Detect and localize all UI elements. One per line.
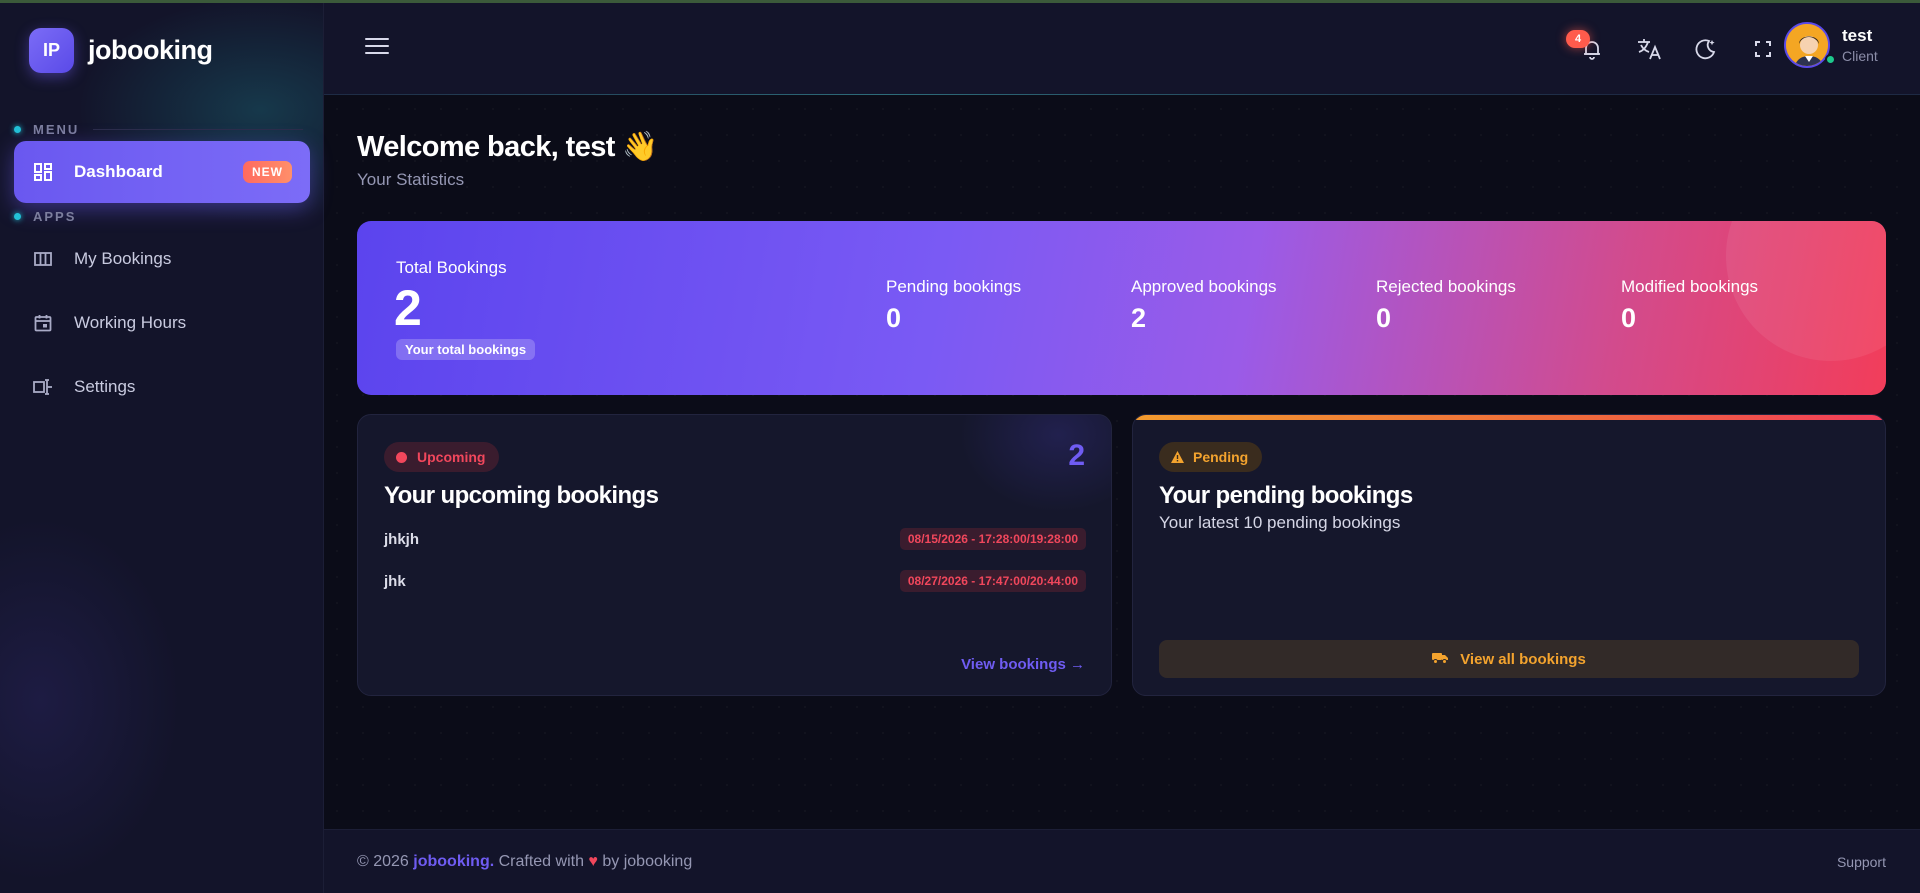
pill-label: Pending [1193, 449, 1249, 465]
total-bookings-value: 2 [394, 280, 422, 336]
support-link[interactable]: Support [1837, 854, 1886, 870]
upcoming-count: 2 [1068, 439, 1085, 472]
stat-rejected: Rejected bookings 0 [1376, 277, 1516, 334]
stats-banner: Total Bookings 2 Your total bookings Pen… [357, 221, 1886, 395]
section-dot [14, 126, 21, 133]
section-label-text: APPS [33, 209, 77, 224]
online-status-dot [1825, 54, 1836, 65]
booking-name: jhkjh [384, 530, 420, 548]
truck-icon [1432, 651, 1449, 668]
stat-value: 0 [1621, 303, 1637, 333]
sidebar-item-dashboard[interactable]: Dashboard NEW [14, 141, 310, 203]
columns-icon [32, 248, 54, 270]
pending-pill: Pending [1159, 442, 1263, 472]
pill-label: Upcoming [417, 449, 486, 465]
sidebar-item-settings[interactable]: Settings [14, 356, 310, 418]
view-all-bookings-button[interactable]: View all bookings [1159, 640, 1859, 678]
sidebar-item-label: Working Hours [74, 313, 187, 332]
card-accent-bar [1133, 415, 1885, 420]
sidebar-item-working-hours[interactable]: Working Hours [14, 292, 310, 354]
button-label: View all bookings [1460, 650, 1586, 668]
record-dot-icon [396, 451, 407, 463]
list-item[interactable]: jhkjh 08/15/2026 - 17:28:00/19:28:00 [384, 527, 1086, 551]
pending-subtitle: Your latest 10 pending bookings [1159, 513, 1401, 532]
total-bookings-label: Total Bookings [396, 258, 507, 277]
section-label-menu: MENU [14, 122, 304, 137]
section-divider [93, 129, 304, 130]
user-name[interactable]: test [1842, 26, 1872, 46]
new-badge: NEW [243, 161, 292, 183]
booking-time-badge: 08/15/2026 - 17:28:00/19:28:00 [899, 528, 1086, 550]
sidebar-item-label: Settings [74, 377, 136, 396]
stat-pending: Pending bookings 0 [886, 277, 1021, 334]
stat-label: Approved bookings [1131, 277, 1277, 296]
logo-mark: IP [29, 28, 74, 73]
avatar[interactable] [1784, 22, 1830, 68]
fullscreen-icon[interactable] [1747, 33, 1779, 65]
stat-approved: Approved bookings 2 [1131, 277, 1277, 334]
footer-brand-link[interactable]: jobooking. [413, 853, 494, 870]
sidebar-item-my-bookings[interactable]: My Bookings [14, 228, 310, 290]
dashboard-icon [32, 161, 54, 183]
stat-label: Rejected bookings [1376, 277, 1516, 296]
pending-bookings-card: Pending Your pending bookings Your lates… [1132, 414, 1886, 696]
app-logo[interactable]: IP jobooking [29, 28, 213, 73]
menu-toggle-icon[interactable] [365, 38, 389, 60]
stat-label: Pending bookings [886, 277, 1022, 296]
stat-label: Modified bookings [1621, 277, 1759, 296]
upcoming-bookings-card: Upcoming 2 Your upcoming bookings jhkjh … [357, 414, 1112, 696]
upcoming-pill: Upcoming [384, 442, 500, 472]
footer: © 2026 jobooking. Crafted with ♥ by jobo… [324, 829, 1920, 893]
view-bookings-link[interactable]: View bookings → [961, 656, 1085, 673]
booking-time-badge: 08/27/2026 - 17:47:00/20:44:00 [899, 570, 1086, 592]
sidebar-item-label: Dashboard [74, 162, 163, 181]
notification-badge: 4 [1566, 30, 1590, 48]
page-subtitle: Your Statistics [357, 170, 465, 189]
section-dot [14, 213, 21, 220]
sidebar: IP jobooking MENU Dashboard NEW APPS My … [0, 0, 324, 893]
sidebar-item-label: My Bookings [74, 249, 172, 268]
footer-copyright: © 2026 jobooking. Crafted with ♥ by jobo… [357, 853, 693, 870]
warning-icon [1171, 451, 1184, 463]
booking-name: jhk [384, 572, 406, 590]
calendar-icon [32, 312, 54, 334]
section-label-apps: APPS [14, 209, 76, 224]
upcoming-title: Your upcoming bookings [384, 482, 659, 509]
pending-title: Your pending bookings [1159, 482, 1413, 509]
total-bookings-tag: Your total bookings [396, 339, 536, 360]
heart-icon: ♥ [588, 853, 598, 870]
section-label-text: MENU [33, 122, 80, 137]
top-accent-line [0, 0, 1920, 3]
page-title: Welcome back, test 👋 [357, 131, 658, 163]
translate-icon[interactable] [1633, 33, 1665, 65]
logo-name: jobooking [88, 35, 213, 65]
header-divider [324, 94, 1920, 95]
moon-icon[interactable] [1690, 33, 1722, 65]
stat-value: 0 [886, 303, 902, 333]
stat-value: 0 [1376, 303, 1392, 333]
user-role: Client [1842, 48, 1878, 64]
list-item[interactable]: jhk 08/27/2026 - 17:47:00/20:44:00 [384, 569, 1086, 593]
stat-value: 2 [1131, 303, 1147, 333]
top-header [324, 3, 1920, 95]
stat-modified: Modified bookings 0 [1621, 277, 1758, 334]
settings-icon [32, 376, 54, 398]
